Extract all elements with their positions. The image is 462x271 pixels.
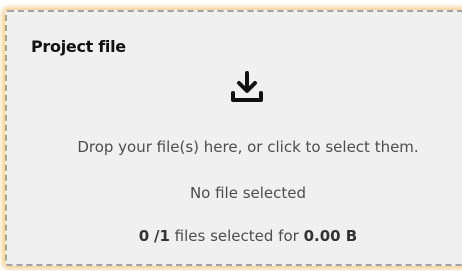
max-count: 1 <box>159 227 170 245</box>
total-size: 0.00 B <box>303 227 358 245</box>
file-count-summary: 0 /1 files selected for 0.00 B <box>7 227 462 245</box>
dropzone-instruction: Drop your file(s) here, or click to sele… <box>77 138 419 156</box>
file-status: No file selected <box>189 184 307 202</box>
download-icon <box>231 71 263 102</box>
count-text: files selected for <box>174 227 299 245</box>
selected-count: 0 <box>138 227 150 245</box>
dropzone-title: Project file <box>31 37 126 56</box>
file-dropzone[interactable]: Project file Drop your file(s) here, or … <box>5 10 462 266</box>
